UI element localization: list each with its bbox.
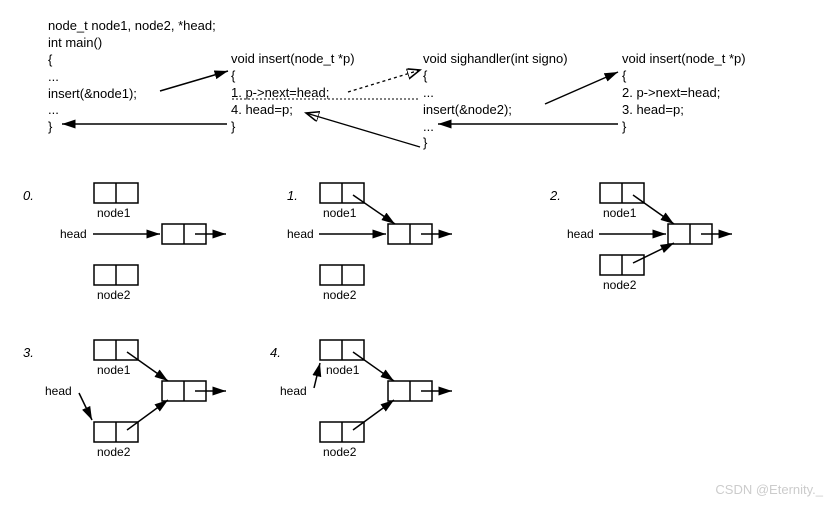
svg-text:node1: node1: [603, 206, 637, 220]
step-1-group: 1. node1 head node2: [287, 183, 452, 302]
svg-text:node1: node1: [97, 363, 131, 377]
svg-text:node2: node2: [603, 278, 637, 292]
watermark: CSDN @Eternity._: [715, 482, 823, 497]
svg-text:node1: node1: [323, 206, 357, 220]
svg-text:2.: 2.: [549, 188, 561, 203]
svg-text:node2: node2: [97, 288, 131, 302]
svg-text:node2: node2: [323, 288, 357, 302]
step-4-group: 4. node1 head node2: [270, 340, 452, 459]
svg-text:4.: 4.: [270, 345, 281, 360]
step-3-group: 3. node1 head node2: [23, 340, 226, 459]
svg-text:head: head: [287, 227, 314, 241]
svg-text:head: head: [60, 227, 87, 241]
svg-text:node2: node2: [97, 445, 131, 459]
svg-text:node2: node2: [323, 445, 357, 459]
svg-text:head: head: [45, 384, 72, 398]
svg-text:head: head: [280, 384, 307, 398]
step-2-group: 2. node1 head node2: [549, 183, 732, 292]
svg-text:node1: node1: [326, 363, 360, 377]
step-0-group: 0. node1 head node2: [23, 183, 226, 302]
svg-text:head: head: [567, 227, 594, 241]
svg-text:1.: 1.: [287, 188, 298, 203]
svg-text:3.: 3.: [23, 345, 34, 360]
svg-text:0.: 0.: [23, 188, 34, 203]
svg-text:node1: node1: [97, 206, 131, 220]
diagram-svg: 0. node1 head node2 1. node1 head node2: [0, 0, 833, 505]
